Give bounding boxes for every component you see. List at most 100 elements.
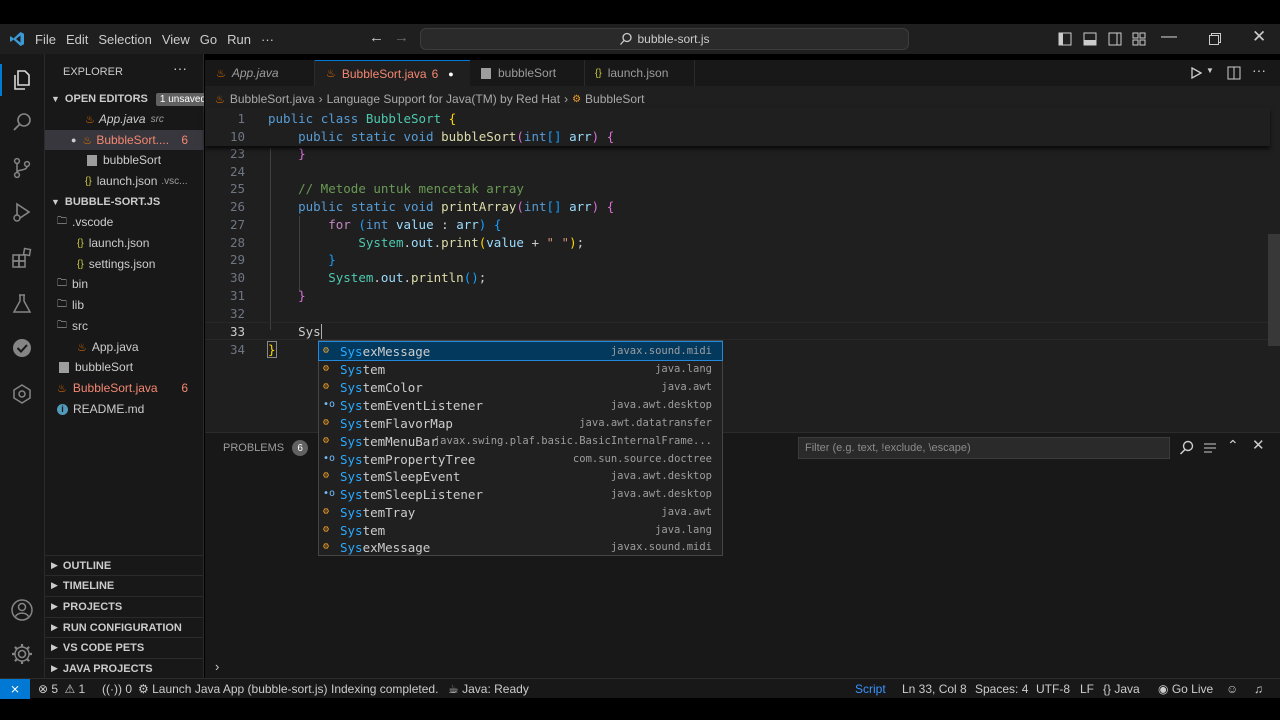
menu-more[interactable]: ···	[261, 32, 274, 47]
code-line-33-current[interactable]: 33 Sys	[205, 322, 1270, 340]
tree-file-app-java[interactable]: ♨ App.java	[45, 337, 204, 357]
problems-filter-input[interactable]: Filter (e.g. text, !exclude, \escape)	[798, 437, 1170, 459]
open-editor-bubblesort-java[interactable]: ● ♨ BubbleSort.... 6	[45, 130, 204, 150]
suggestion-item-selected[interactable]: ⚙ SysexMessage javax.sound.midi	[318, 341, 723, 361]
collapse-all-icon[interactable]	[1203, 441, 1217, 455]
code-line-32[interactable]: 32	[205, 304, 1270, 322]
suggestion-item[interactable]: ⚙ SystemTray java.awt	[319, 503, 722, 521]
suggestion-item[interactable]: ⚙ SystemSleepEvent java.awt.desktop	[319, 467, 722, 485]
explorer-more-icon[interactable]: ···	[173, 60, 187, 76]
editor-more-icon[interactable]: ···	[1252, 62, 1266, 78]
language-mode-status[interactable]: {} Java	[1103, 682, 1140, 696]
suggestion-item[interactable]: ⚙ SystemColor java.awt	[319, 378, 722, 396]
cursor-position-status[interactable]: Ln 33, Col 8	[902, 682, 967, 696]
tree-folder-vscode[interactable]: 🗀 .vscode	[45, 212, 204, 232]
remote-indicator-icon[interactable]: ⨯	[0, 679, 30, 699]
search-view-icon[interactable]	[10, 110, 34, 134]
toggle-panel-icon[interactable]	[1083, 32, 1097, 46]
outline-section[interactable]: ▶ OUTLINE	[45, 555, 204, 575]
ports-status[interactable]: ((·)) 0	[102, 682, 132, 696]
suggestion-item[interactable]: ⚙ SysexMessage javax.sound.midi	[319, 538, 722, 556]
breadcrumb-file[interactable]: BubbleSort.java	[230, 92, 315, 106]
folder-header[interactable]: ▼ BUBBLE-SORT.JS	[45, 192, 204, 212]
editor-scrollbar-thumb[interactable]	[1268, 234, 1280, 346]
explorer-files-icon[interactable]	[10, 68, 34, 92]
settings-gear-icon[interactable]	[10, 642, 34, 666]
code-line-26[interactable]: 26 public static void printArray(int[] a…	[205, 197, 1270, 215]
tab-app-java[interactable]: ♨ App.java	[205, 60, 315, 86]
tree-file-bubblesort[interactable]: bubbleSort	[45, 357, 204, 377]
eol-status[interactable]: LF	[1080, 682, 1094, 696]
suggestion-item[interactable]: ⚙ System java.lang	[319, 360, 722, 378]
close-panel-icon[interactable]: ✕	[1252, 436, 1265, 454]
split-editor-icon[interactable]	[1227, 66, 1241, 80]
forward-arrow-icon[interactable]: →	[394, 29, 409, 46]
maximize-panel-chevron-icon[interactable]: ⌃	[1227, 437, 1239, 454]
sticky-scroll[interactable]: 1 public class BubbleSort { 10 public st…	[205, 108, 1270, 146]
code-line-24[interactable]: 24	[205, 162, 1270, 180]
vscode-pets-section[interactable]: ▶ VS CODE PETS	[45, 637, 204, 657]
notifications-bell-icon[interactable]: ♫	[1254, 682, 1263, 696]
sticky-line-10[interactable]: 10 public static void bubbleSort(int[] a…	[205, 127, 1270, 145]
launch-config-status[interactable]: ⚙ Launch Java App (bubble-sort.js)	[138, 682, 328, 696]
script-status[interactable]: Script	[855, 682, 886, 696]
back-arrow-icon[interactable]: ←	[369, 29, 384, 46]
run-debug-icon[interactable]	[10, 200, 34, 224]
command-center-search[interactable]: bubble-sort.js	[420, 28, 909, 50]
run-configuration-section[interactable]: ▶ RUN CONFIGURATION	[45, 617, 204, 637]
feedback-icon[interactable]: ☺	[1226, 682, 1238, 696]
menu-file[interactable]: File	[35, 32, 56, 47]
run-file-icon[interactable]	[1190, 67, 1202, 79]
suggestion-item[interactable]: •o SystemEventListener java.awt.desktop	[319, 396, 722, 414]
suggestion-item[interactable]: ⚙ System java.lang	[319, 521, 722, 539]
menu-view[interactable]: View	[162, 32, 190, 47]
menu-selection[interactable]: Selection	[98, 32, 151, 47]
open-editor-bubblesort[interactable]: bubbleSort	[45, 150, 204, 170]
code-line-23[interactable]: 23 }	[205, 144, 1270, 162]
tree-file-launch-json[interactable]: {} launch.json	[45, 233, 204, 253]
tree-file-bubblesort-java[interactable]: ♨ BubbleSort.java 6	[45, 378, 204, 398]
tree-file-settings-json[interactable]: {} settings.json	[45, 254, 204, 274]
tab-problems[interactable]: PROBLEMS 6	[223, 440, 309, 456]
tree-folder-bin[interactable]: 🗀 bin	[45, 274, 204, 294]
open-editor-app-java[interactable]: ♨ App.java src	[45, 109, 204, 129]
timeline-section[interactable]: ▶ TIMELINE	[45, 575, 204, 595]
tree-file-readme[interactable]: i README.md	[45, 399, 204, 419]
breadcrumb-class[interactable]: BubbleSort	[585, 92, 644, 106]
code-line-27[interactable]: 27 for (int value : arr) {	[205, 215, 1270, 233]
menu-run[interactable]: Run	[227, 32, 251, 47]
suggestion-item[interactable]: •o SystemSleepListener java.awt.desktop	[319, 485, 722, 503]
source-control-icon[interactable]	[10, 156, 34, 180]
java-projects-icon[interactable]	[10, 382, 34, 406]
restore-icon[interactable]	[1209, 33, 1221, 45]
menu-go[interactable]: Go	[200, 32, 217, 47]
close-window-icon[interactable]: ✕	[1252, 27, 1266, 47]
unsaved-dot-icon[interactable]: ●	[448, 69, 453, 79]
tree-folder-lib[interactable]: 🗀 lib	[45, 295, 204, 315]
code-line-25[interactable]: 25 // Metode untuk mencetak array	[205, 179, 1270, 197]
code-line-30[interactable]: 30 System.out.println();	[205, 268, 1270, 286]
suggestion-item[interactable]: ⚙ SystemFlavorMap java.awt.datatransfer	[319, 414, 722, 432]
minimize-icon[interactable]: —	[1161, 28, 1177, 46]
code-line-28[interactable]: 28 System.out.print(value + " ");	[205, 233, 1270, 251]
code-line-29[interactable]: 29 }	[205, 250, 1270, 268]
checkmark-circle-icon[interactable]	[10, 336, 34, 360]
sticky-line-1[interactable]: 1 public class BubbleSort {	[205, 109, 1270, 127]
toggle-primary-sidebar-icon[interactable]	[1058, 32, 1072, 46]
go-live-status[interactable]: ◉ Go Live	[1158, 682, 1213, 696]
code-line-31[interactable]: 31 }	[205, 286, 1270, 304]
extensions-icon[interactable]	[10, 246, 34, 270]
menu-edit[interactable]: Edit	[66, 32, 88, 47]
run-dropdown-chevron-icon[interactable]: ▼	[1206, 66, 1214, 75]
open-editor-launch-json[interactable]: {} launch.json .vsc...	[45, 171, 204, 191]
unsaved-dot-icon[interactable]: ●	[71, 135, 76, 145]
breadcrumb-language-support[interactable]: Language Support for Java(TM) by Red Hat	[327, 92, 560, 106]
accounts-icon[interactable]	[10, 598, 34, 622]
suggestion-item[interactable]: ⚙ SystemMenuBar javax.swing.plaf.basic.B…	[319, 432, 722, 450]
tab-bubblesort[interactable]: bubbleSort	[470, 60, 585, 86]
java-projects-section[interactable]: ▶ JAVA PROJECTS	[45, 658, 204, 678]
toggle-secondary-sidebar-icon[interactable]	[1108, 32, 1122, 46]
tab-launch-json[interactable]: {} launch.json	[585, 60, 695, 86]
open-editors-header[interactable]: ▼ OPEN EDITORS 1 unsaved	[45, 89, 204, 109]
tree-folder-src[interactable]: 🗀 src	[45, 316, 204, 336]
